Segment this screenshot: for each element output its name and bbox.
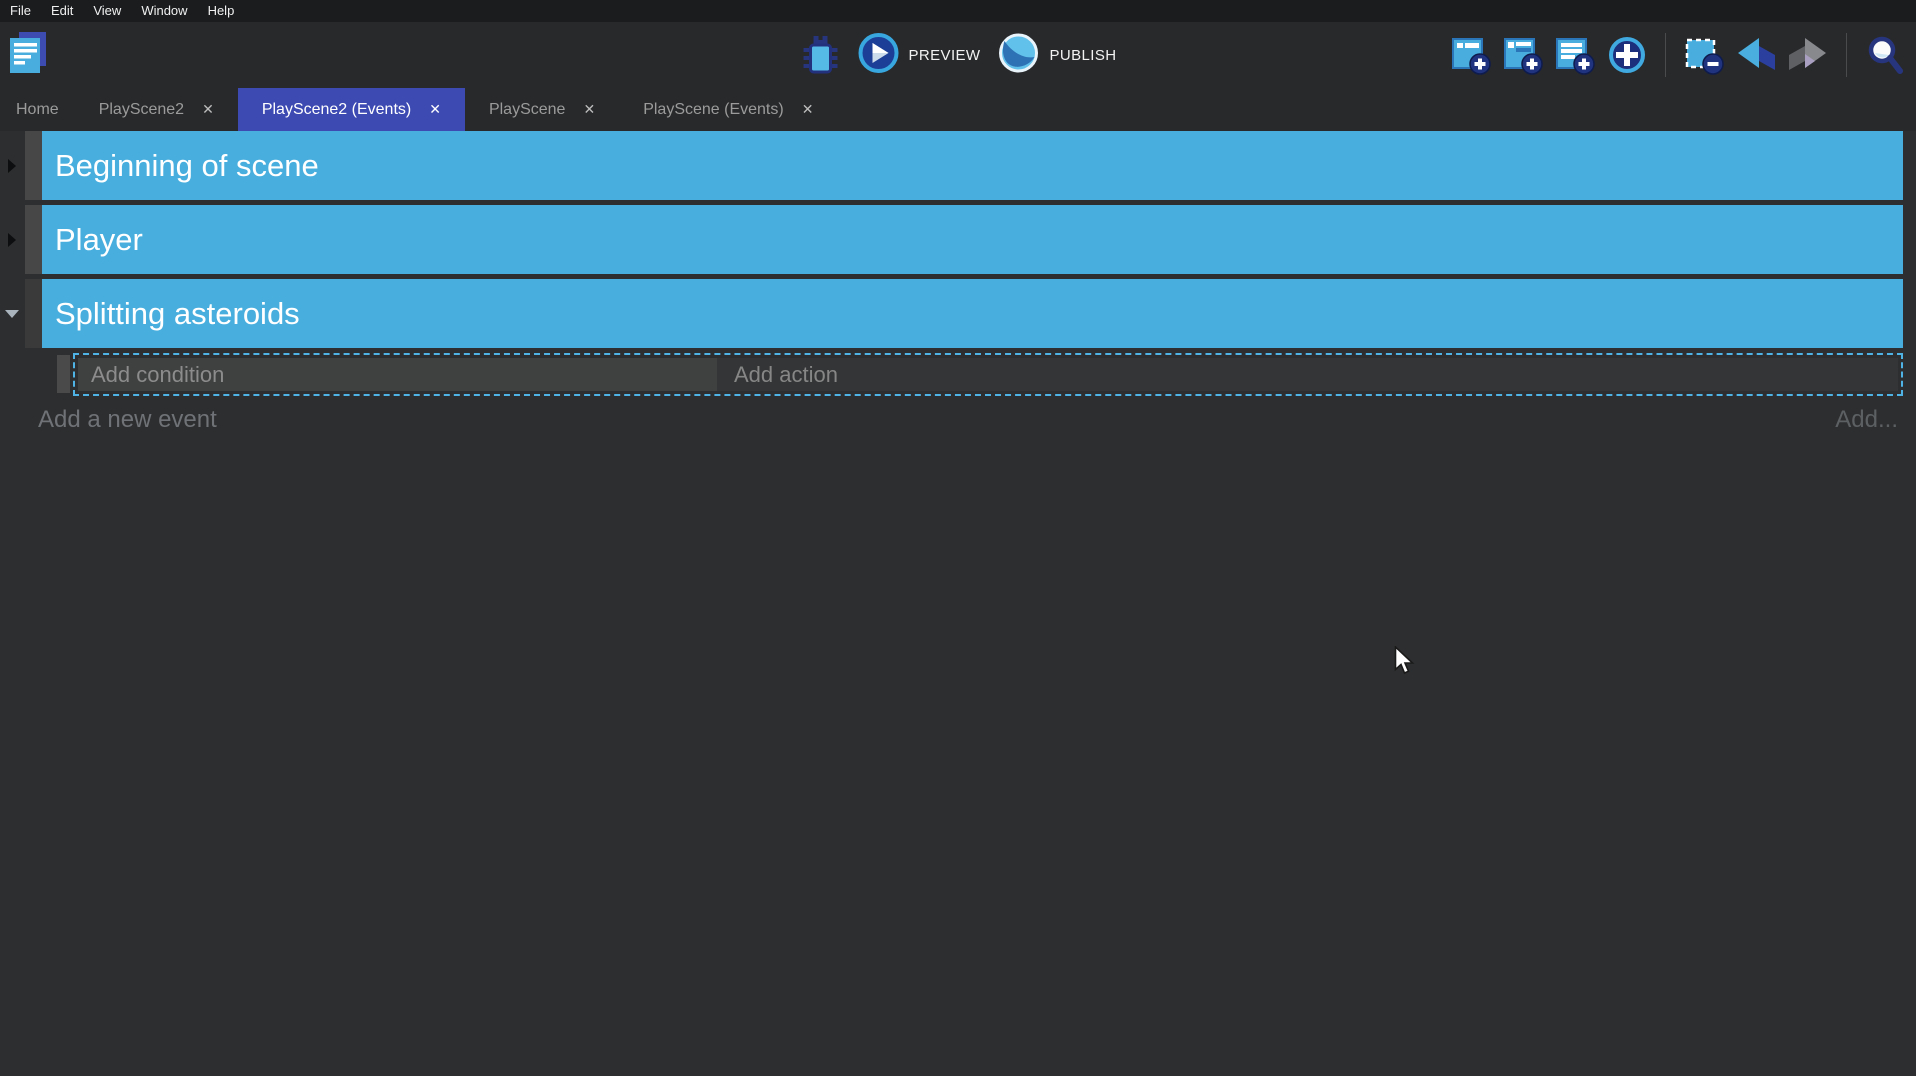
- tab-home[interactable]: Home: [0, 88, 75, 131]
- tab-playscene2-events[interactable]: PlayScene2 (Events) ✕: [238, 88, 465, 131]
- add-condition-cell[interactable]: Add condition: [78, 358, 717, 391]
- menu-item-file[interactable]: File: [0, 0, 41, 22]
- menu-item-help[interactable]: Help: [198, 0, 245, 22]
- sub-event-drag-handle[interactable]: [57, 355, 70, 393]
- publish-sphere-icon: [996, 31, 1040, 80]
- event-group-row: Player: [0, 205, 1903, 274]
- event-group-row: Splitting asteroids: [0, 279, 1903, 348]
- event-group-bar[interactable]: Splitting asteroids: [42, 279, 1903, 348]
- preview-button[interactable]: PREVIEW: [858, 32, 981, 79]
- tab-close-icon[interactable]: ✕: [583, 101, 595, 118]
- menu-item-view[interactable]: View: [83, 0, 131, 22]
- publish-label: PUBLISH: [1049, 47, 1116, 64]
- add-event-icon[interactable]: [1450, 34, 1492, 76]
- undo-icon[interactable]: [1735, 34, 1777, 76]
- tab-playscene[interactable]: PlayScene ✕: [465, 88, 619, 131]
- expanded-arrow-icon: [5, 310, 19, 318]
- debugger-icon[interactable]: [800, 34, 842, 76]
- event-condition-action-row: Add condition Add action: [57, 353, 1903, 396]
- tab-close-icon[interactable]: ✕: [202, 101, 214, 118]
- add-condition-placeholder: Add condition: [91, 362, 224, 388]
- event-drag-handle[interactable]: [25, 131, 42, 200]
- event-group-title: Splitting asteroids: [55, 296, 300, 332]
- add-more-icon[interactable]: [1606, 34, 1648, 76]
- menu-item-edit[interactable]: Edit: [41, 0, 83, 22]
- redo-icon[interactable]: [1787, 34, 1829, 76]
- add-sub-event-icon[interactable]: [1502, 34, 1544, 76]
- event-drag-handle[interactable]: [25, 205, 42, 274]
- menu-bar: File Edit View Window Help: [0, 0, 1916, 22]
- add-more-button[interactable]: Add...: [1835, 406, 1898, 434]
- tab-bar: Home PlayScene2 ✕ PlayScene2 (Events) ✕ …: [0, 88, 1916, 131]
- event-drag-handle[interactable]: [25, 279, 42, 348]
- tab-label: PlayScene2: [99, 101, 184, 119]
- event-group-row: Beginning of scene: [0, 131, 1903, 200]
- toolbar: PREVIEW PUBLISH: [0, 22, 1916, 88]
- search-icon[interactable]: [1864, 34, 1906, 76]
- add-action-cell[interactable]: Add action: [717, 358, 1898, 391]
- tab-playscene-events[interactable]: PlayScene (Events) ✕: [619, 88, 837, 131]
- events-sheet: Beginning of scene Player Splitting aste…: [0, 131, 1916, 1034]
- collapsed-arrow-icon: [8, 159, 16, 173]
- publish-button[interactable]: PUBLISH: [996, 31, 1116, 80]
- menu-item-window[interactable]: Window: [131, 0, 197, 22]
- selected-event-outline[interactable]: Add condition Add action: [73, 353, 1903, 396]
- collapse-toggle[interactable]: [0, 131, 25, 200]
- deselect-icon[interactable]: [1683, 34, 1725, 76]
- tab-label: Home: [16, 101, 59, 119]
- collapsed-arrow-icon: [8, 233, 16, 247]
- events-footer: Add a new event Add...: [0, 406, 1903, 434]
- toolbar-separator: [1846, 33, 1847, 77]
- preview-play-icon: [858, 32, 900, 79]
- add-action-placeholder: Add action: [734, 362, 838, 388]
- collapse-toggle[interactable]: [0, 205, 25, 274]
- preview-label: PREVIEW: [909, 47, 981, 64]
- events-sheet-logo-icon: [8, 31, 48, 80]
- event-group-bar[interactable]: Player: [42, 205, 1903, 274]
- add-new-event-button[interactable]: Add a new event: [38, 406, 217, 434]
- tab-close-icon[interactable]: ✕: [429, 101, 441, 118]
- tab-label: PlayScene (Events): [643, 101, 784, 119]
- tab-close-icon[interactable]: ✕: [802, 101, 814, 118]
- toolbar-separator: [1665, 33, 1666, 77]
- event-group-bar[interactable]: Beginning of scene: [42, 131, 1903, 200]
- collapse-toggle[interactable]: [0, 279, 25, 348]
- add-comment-icon[interactable]: [1554, 34, 1596, 76]
- tab-label: PlayScene2 (Events): [262, 101, 411, 119]
- event-group-title: Player: [55, 222, 143, 258]
- tab-playscene2[interactable]: PlayScene2 ✕: [75, 88, 238, 131]
- event-group-title: Beginning of scene: [55, 148, 319, 184]
- tab-label: PlayScene: [489, 101, 566, 119]
